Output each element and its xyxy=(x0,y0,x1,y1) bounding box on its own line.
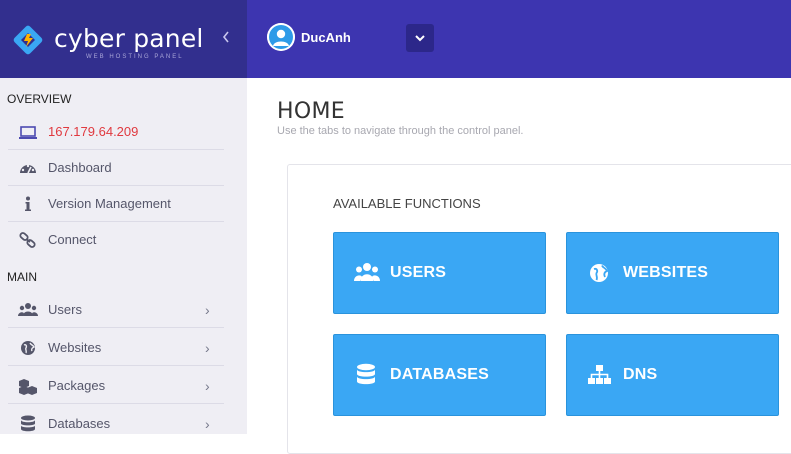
users-icon xyxy=(18,303,38,316)
chevron-left-icon xyxy=(222,31,229,43)
sidebar-item-label: 167.179.64.209 xyxy=(48,124,139,139)
sidebar-item-packages[interactable]: Packages › xyxy=(0,369,226,403)
sidebar-item-label: Packages xyxy=(48,378,106,393)
sidebar-item-users[interactable]: Users › xyxy=(0,293,226,327)
brand-name: cyber panel xyxy=(54,24,204,53)
cubes-icon xyxy=(19,379,37,395)
databases-tile[interactable]: DATABASES xyxy=(333,334,546,416)
chevron-right-icon: › xyxy=(205,340,210,356)
divider xyxy=(8,365,224,366)
users-tile[interactable]: USERS xyxy=(333,232,546,314)
sidebar-item-label: Version Management xyxy=(48,196,171,211)
sidebar-item-websites[interactable]: Websites › xyxy=(0,331,226,365)
globe-icon xyxy=(21,341,35,355)
cyberpanel-logo-icon xyxy=(13,25,43,55)
dashboard-icon xyxy=(20,164,36,174)
tile-label: WEBSITES xyxy=(623,264,709,281)
divider xyxy=(8,149,224,150)
sidebar-item-label: Connect xyxy=(48,232,97,247)
top-header: cyber panel WEB HOSTING PANEL DucAnh xyxy=(0,0,791,78)
divider xyxy=(8,403,224,404)
brand-subtitle: WEB HOSTING PANEL xyxy=(86,54,184,60)
sidebar-item-server-ip[interactable]: 167.179.64.209 xyxy=(0,115,226,149)
sidebar-section-title: OVERVIEW xyxy=(7,92,72,106)
chevron-right-icon: › xyxy=(205,378,210,394)
websites-tile[interactable]: WEBSITES xyxy=(566,232,779,314)
sidebar-item-label: Users xyxy=(48,302,82,317)
chevron-down-icon xyxy=(415,35,425,42)
sidebar-item-connect[interactable]: Connect xyxy=(0,223,226,257)
divider xyxy=(8,221,224,222)
user-icon xyxy=(267,23,295,51)
top-bar: DucAnh xyxy=(247,0,791,78)
database-icon xyxy=(21,415,35,432)
tile-label: USERS xyxy=(390,264,447,281)
user-avatar[interactable] xyxy=(267,23,295,51)
sidebar: OVERVIEW 167.179.64.209 Dashboard Versio… xyxy=(0,78,247,434)
chevron-right-icon: › xyxy=(205,302,210,318)
divider xyxy=(8,327,224,328)
link-icon xyxy=(19,232,36,248)
user-dropdown-button[interactable] xyxy=(406,24,434,52)
info-icon xyxy=(25,196,31,211)
divider xyxy=(8,185,224,186)
globe-icon xyxy=(590,264,609,282)
laptop-icon xyxy=(19,126,37,139)
chevron-right-icon: › xyxy=(205,416,210,432)
main-content: HOME Use the tabs to navigate through th… xyxy=(247,78,791,454)
sidebar-item-version-management[interactable]: Version Management xyxy=(0,187,226,221)
sidebar-item-label: Websites xyxy=(48,340,102,355)
sidebar-section-title: MAIN xyxy=(7,270,37,284)
tile-label: DATABASES xyxy=(390,366,489,383)
page-subtitle: Use the tabs to navigate through the con… xyxy=(277,125,524,137)
sidebar-collapse-button[interactable] xyxy=(219,30,233,48)
brand-area: cyber panel WEB HOSTING PANEL xyxy=(0,0,247,78)
dns-tile[interactable]: DNS xyxy=(566,334,779,416)
database-icon xyxy=(357,363,375,385)
functions-heading: AVAILABLE FUNCTIONS xyxy=(333,196,481,211)
sitemap-icon xyxy=(588,365,611,384)
page-title: HOME xyxy=(277,99,345,124)
tile-label: DNS xyxy=(623,366,658,383)
sidebar-item-label: Databases xyxy=(48,416,111,431)
username[interactable]: DucAnh xyxy=(301,30,351,45)
sidebar-item-databases[interactable]: Databases › xyxy=(0,407,226,441)
sidebar-item-label: Dashboard xyxy=(48,160,112,175)
sidebar-item-dashboard[interactable]: Dashboard xyxy=(0,151,226,185)
users-icon xyxy=(354,263,380,281)
